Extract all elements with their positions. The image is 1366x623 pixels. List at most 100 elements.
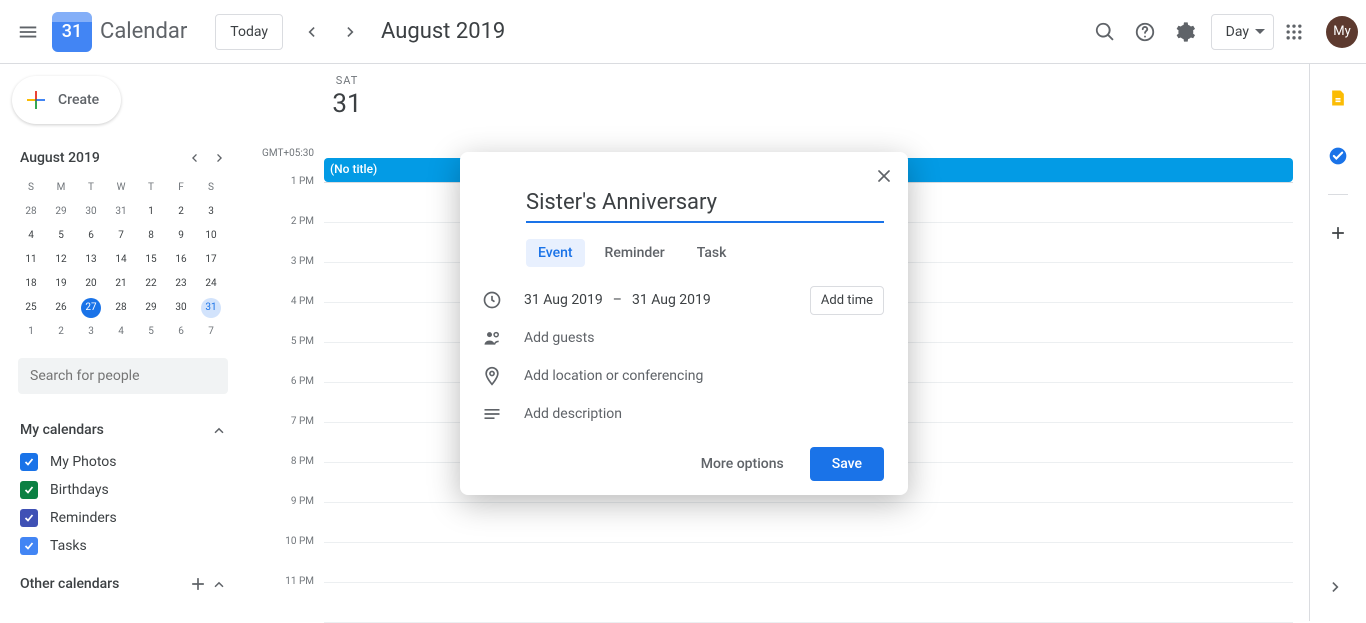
save-button[interactable]: Save bbox=[810, 447, 884, 481]
mini-day-cell[interactable]: 19 bbox=[46, 272, 76, 296]
side-panel bbox=[1310, 64, 1366, 621]
add-time-button[interactable]: Add time bbox=[810, 286, 884, 315]
hour-label: 6 PM bbox=[256, 376, 314, 387]
people-search[interactable] bbox=[18, 358, 228, 394]
mini-day-cell[interactable]: 1 bbox=[16, 320, 46, 344]
mini-day-cell[interactable]: 2 bbox=[166, 200, 196, 224]
mini-day-cell[interactable]: 18 bbox=[16, 272, 46, 296]
mini-day-cell[interactable]: 24 bbox=[196, 272, 226, 296]
calendar-item[interactable]: Birthdays bbox=[14, 476, 232, 504]
people-search-input[interactable] bbox=[30, 368, 216, 384]
calendar-item[interactable]: Reminders bbox=[14, 504, 232, 532]
mini-day-cell[interactable]: 29 bbox=[136, 296, 166, 320]
mini-day-cell[interactable]: 6 bbox=[76, 224, 106, 248]
view-selector[interactable]: Day bbox=[1211, 14, 1274, 50]
mini-day-cell[interactable]: 3 bbox=[76, 320, 106, 344]
mini-next-button[interactable] bbox=[208, 146, 232, 170]
hour-slot[interactable]: 11 PM bbox=[324, 583, 1293, 623]
add-guests-field[interactable]: Add guests bbox=[524, 330, 594, 346]
calendar-item[interactable]: My Photos bbox=[14, 448, 232, 476]
mini-day-cell[interactable]: 31 bbox=[196, 296, 226, 320]
add-description-field[interactable]: Add description bbox=[524, 406, 622, 422]
mini-day-cell[interactable]: 12 bbox=[46, 248, 76, 272]
search-button[interactable] bbox=[1085, 12, 1125, 52]
keep-icon bbox=[1328, 88, 1348, 108]
hour-label: 11 PM bbox=[256, 576, 314, 587]
header-bar: 31 Calendar Today August 2019 Day My bbox=[0, 0, 1366, 64]
mini-day-header: S bbox=[16, 176, 46, 200]
mini-day-cell[interactable]: 22 bbox=[136, 272, 166, 296]
mini-day-cell[interactable]: 16 bbox=[166, 248, 196, 272]
more-options-button[interactable]: More options bbox=[685, 447, 800, 481]
hour-slot[interactable]: 9 PM bbox=[324, 503, 1293, 543]
addons-button[interactable] bbox=[1318, 213, 1358, 253]
mini-day-cell[interactable]: 5 bbox=[136, 320, 166, 344]
tasks-button[interactable] bbox=[1318, 136, 1358, 176]
mini-day-cell[interactable]: 30 bbox=[166, 296, 196, 320]
app-title: Calendar bbox=[100, 19, 187, 44]
mini-day-cell[interactable]: 26 bbox=[46, 296, 76, 320]
mini-day-cell[interactable]: 28 bbox=[16, 200, 46, 224]
prev-period-button[interactable] bbox=[291, 12, 331, 52]
checkbox-checked-icon[interactable] bbox=[20, 453, 38, 471]
sidebar: Create August 2019 SMTWTFS28293031123456… bbox=[0, 64, 250, 621]
tab-reminder[interactable]: Reminder bbox=[593, 239, 677, 267]
mini-day-cell[interactable]: 20 bbox=[76, 272, 106, 296]
mini-day-header: T bbox=[76, 176, 106, 200]
close-button[interactable] bbox=[866, 158, 902, 194]
mini-day-cell[interactable]: 9 bbox=[166, 224, 196, 248]
plus-multicolor-icon bbox=[24, 88, 48, 112]
mini-day-cell[interactable]: 6 bbox=[166, 320, 196, 344]
next-period-button[interactable] bbox=[331, 12, 371, 52]
mini-day-cell[interactable]: 23 bbox=[166, 272, 196, 296]
mini-day-cell[interactable]: 31 bbox=[106, 200, 136, 224]
mini-day-cell[interactable]: 7 bbox=[196, 320, 226, 344]
mini-day-cell[interactable]: 14 bbox=[106, 248, 136, 272]
hour-slot[interactable]: 10 PM bbox=[324, 543, 1293, 583]
other-calendars-header[interactable]: Other calendars bbox=[14, 566, 232, 602]
mini-day-cell[interactable]: 5 bbox=[46, 224, 76, 248]
keep-button[interactable] bbox=[1318, 78, 1358, 118]
collapse-panel-button[interactable] bbox=[1316, 567, 1356, 607]
event-title-input[interactable] bbox=[526, 188, 884, 223]
mini-day-cell[interactable]: 1 bbox=[136, 200, 166, 224]
mini-day-cell[interactable]: 15 bbox=[136, 248, 166, 272]
mini-day-cell[interactable]: 3 bbox=[196, 200, 226, 224]
mini-day-cell[interactable]: 17 bbox=[196, 248, 226, 272]
mini-day-cell[interactable]: 11 bbox=[16, 248, 46, 272]
create-button[interactable]: Create bbox=[12, 76, 121, 124]
help-button[interactable] bbox=[1125, 12, 1165, 52]
chevron-up-icon bbox=[210, 421, 228, 439]
my-calendars-header[interactable]: My calendars bbox=[14, 412, 232, 448]
mini-day-cell[interactable]: 21 bbox=[106, 272, 136, 296]
mini-day-cell[interactable]: 8 bbox=[136, 224, 166, 248]
checkbox-checked-icon[interactable] bbox=[20, 509, 38, 527]
checkbox-checked-icon[interactable] bbox=[20, 537, 38, 555]
menu-button[interactable] bbox=[8, 12, 48, 52]
checkbox-checked-icon[interactable] bbox=[20, 481, 38, 499]
mini-day-cell[interactable]: 30 bbox=[76, 200, 106, 224]
mini-prev-button[interactable] bbox=[182, 146, 206, 170]
calendar-item[interactable]: Tasks bbox=[14, 532, 232, 560]
mini-day-cell[interactable]: 4 bbox=[16, 224, 46, 248]
mini-day-cell[interactable]: 13 bbox=[76, 248, 106, 272]
mini-day-cell[interactable]: 4 bbox=[106, 320, 136, 344]
today-button[interactable]: Today bbox=[215, 14, 283, 50]
apps-button[interactable] bbox=[1274, 12, 1314, 52]
mini-day-cell[interactable]: 28 bbox=[106, 296, 136, 320]
mini-day-cell[interactable]: 10 bbox=[196, 224, 226, 248]
account-avatar[interactable]: My bbox=[1326, 16, 1358, 48]
date-range[interactable]: 31 Aug 2019 – 31 Aug 2019 bbox=[524, 292, 711, 308]
tab-task[interactable]: Task bbox=[685, 239, 739, 267]
plus-icon[interactable] bbox=[188, 574, 208, 594]
mini-day-cell[interactable]: 27 bbox=[76, 296, 106, 320]
settings-button[interactable] bbox=[1165, 12, 1205, 52]
mini-day-cell[interactable]: 7 bbox=[106, 224, 136, 248]
mini-day-cell[interactable]: 2 bbox=[46, 320, 76, 344]
app-logo[interactable]: 31 Calendar bbox=[52, 12, 187, 52]
mini-calendar[interactable]: SMTWTFS282930311234567891011121314151617… bbox=[16, 176, 232, 344]
mini-day-cell[interactable]: 29 bbox=[46, 200, 76, 224]
add-location-field[interactable]: Add location or conferencing bbox=[524, 368, 703, 384]
tab-event[interactable]: Event bbox=[526, 239, 585, 267]
mini-day-cell[interactable]: 25 bbox=[16, 296, 46, 320]
